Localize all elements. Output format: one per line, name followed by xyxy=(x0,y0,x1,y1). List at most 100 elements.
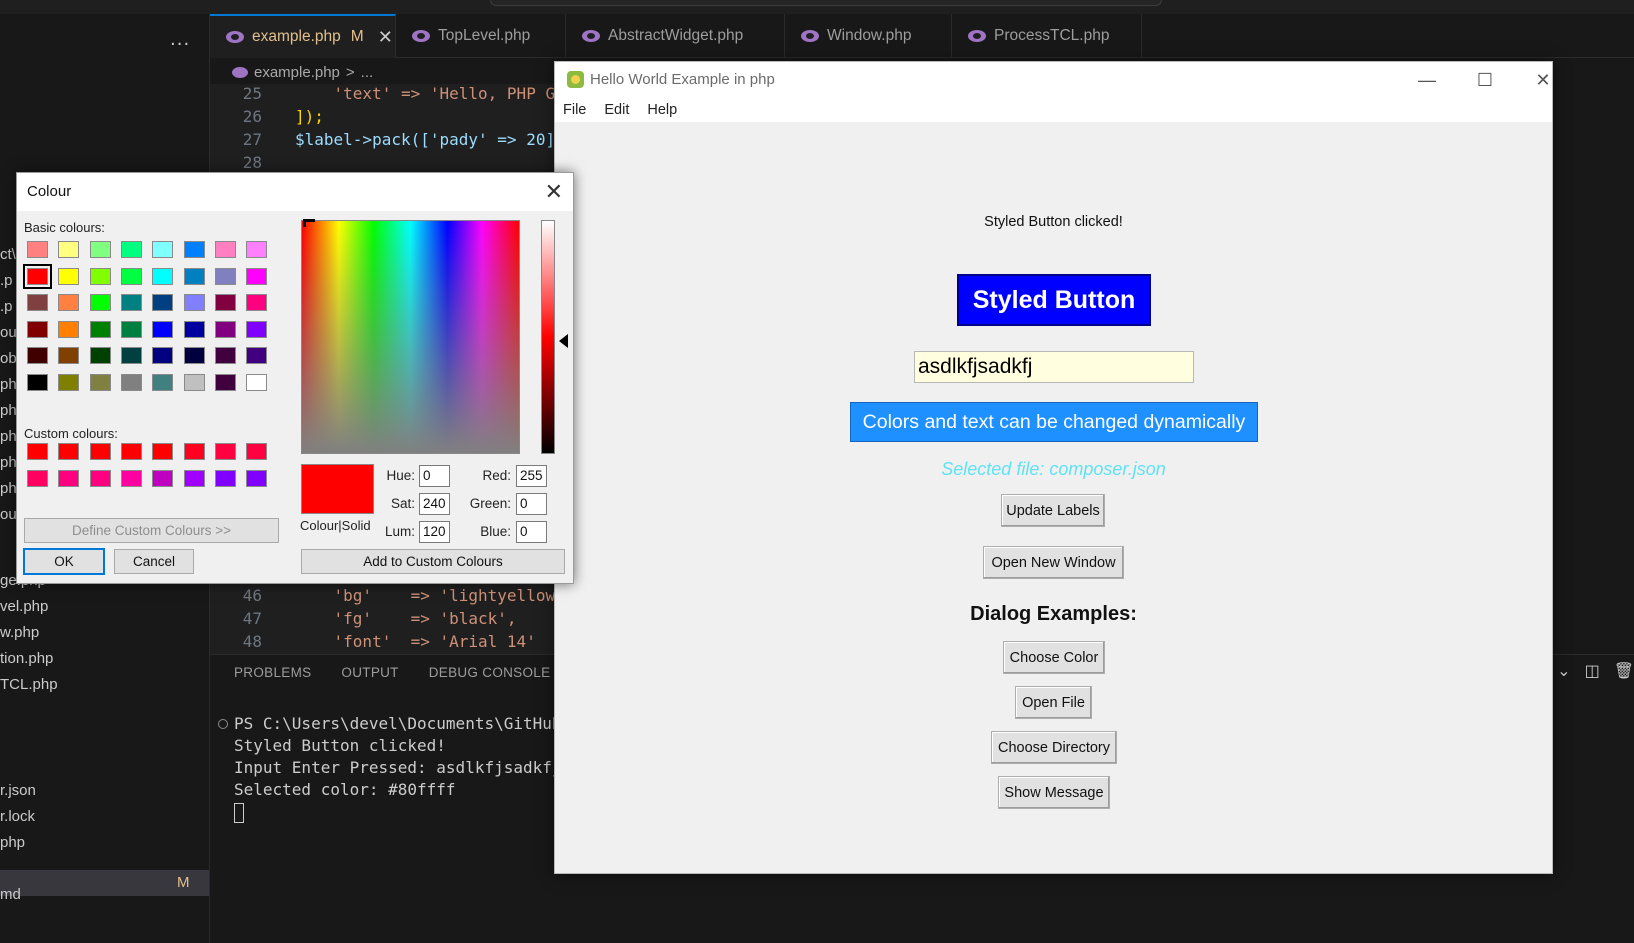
basic-colour-swatch[interactable] xyxy=(152,241,174,258)
basic-colour-swatch[interactable] xyxy=(120,373,142,391)
explorer-item[interactable]: r.lock xyxy=(0,808,35,825)
explorer-item[interactable]: ph xyxy=(0,480,17,497)
command-center[interactable] xyxy=(490,0,1162,6)
explorer-item[interactable]: ob xyxy=(0,350,17,367)
basic-colour-swatch[interactable] xyxy=(214,373,236,391)
basic-colour-swatch[interactable] xyxy=(120,294,142,311)
basic-colour-swatch[interactable] xyxy=(152,267,174,285)
basic-colour-swatch[interactable] xyxy=(214,267,236,285)
basic-colour-swatch[interactable] xyxy=(89,294,111,311)
custom-colour-swatch[interactable] xyxy=(58,443,80,460)
basic-colour-swatch[interactable] xyxy=(183,267,205,285)
basic-colour-swatch[interactable] xyxy=(214,320,236,338)
sat-field[interactable]: 240 xyxy=(419,493,450,515)
basic-colour-swatch[interactable] xyxy=(120,347,142,364)
custom-colour-swatch[interactable] xyxy=(58,469,80,487)
window-title-bar[interactable]: Hello World Example in php — ☐ ✕ xyxy=(555,62,1552,98)
chevron-down-icon[interactable]: ⌄ xyxy=(1557,661,1570,680)
styled-button[interactable]: Styled Button xyxy=(957,274,1151,326)
dynamic-colors-button[interactable]: Colors and text can be changed dynamical… xyxy=(850,402,1258,442)
basic-colour-swatch[interactable] xyxy=(89,241,111,258)
explorer-item[interactable]: w.php xyxy=(0,624,39,641)
tab-processtcl-php[interactable]: ProcessTCL.php xyxy=(952,14,1142,58)
basic-colour-swatch[interactable] xyxy=(120,320,142,338)
basic-colour-swatch[interactable] xyxy=(27,320,48,338)
hue-field[interactable]: 0 xyxy=(419,465,450,487)
custom-colour-swatch[interactable] xyxy=(89,469,111,487)
custom-colour-swatch[interactable] xyxy=(27,469,48,487)
crosshair-icon[interactable] xyxy=(303,219,315,227)
breadcrumb-more[interactable]: ... xyxy=(361,64,374,81)
custom-colour-swatch[interactable] xyxy=(246,469,268,487)
basic-colour-swatch[interactable] xyxy=(27,373,48,391)
breadcrumb-file[interactable]: example.php xyxy=(254,64,340,81)
explorer-item[interactable]: ct\ xyxy=(0,246,16,263)
basic-colour-swatch[interactable] xyxy=(246,267,268,285)
explorer-item[interactable]: ph xyxy=(0,454,17,471)
tab-output[interactable]: OUTPUT xyxy=(341,665,398,680)
explorer-item[interactable]: ph xyxy=(0,402,17,419)
red-field[interactable]: 255 xyxy=(516,465,547,487)
custom-colour-swatch[interactable] xyxy=(183,469,205,487)
explorer-item[interactable]: php xyxy=(0,834,25,851)
basic-colour-swatch[interactable] xyxy=(214,294,236,311)
custom-colour-swatch[interactable] xyxy=(120,469,142,487)
tab-window-php[interactable]: Window.php xyxy=(785,14,952,58)
basic-colour-swatch[interactable] xyxy=(246,294,268,311)
close-icon[interactable]: ✕ xyxy=(1523,66,1563,94)
close-icon[interactable]: ✕ xyxy=(378,27,393,48)
basic-colour-swatch[interactable] xyxy=(120,267,142,285)
tab-example-php[interactable]: example.php M ✕ xyxy=(210,14,396,58)
slider-arrow-icon[interactable] xyxy=(559,334,568,348)
basic-colour-swatch[interactable] xyxy=(58,294,80,311)
custom-colour-swatch[interactable] xyxy=(246,443,268,460)
basic-colour-swatch[interactable] xyxy=(58,320,80,338)
colour-spectrum[interactable] xyxy=(301,220,520,454)
more-actions-icon[interactable]: ··· xyxy=(170,34,190,55)
tab-debug-console[interactable]: DEBUG CONSOLE xyxy=(429,665,551,680)
basic-colour-swatch[interactable] xyxy=(58,347,80,364)
explorer-item[interactable]: md xyxy=(0,886,21,903)
basic-colour-swatch[interactable] xyxy=(152,320,174,338)
explorer-item[interactable]: ph xyxy=(0,428,17,445)
custom-colour-swatch[interactable] xyxy=(183,443,205,460)
luminosity-slider[interactable] xyxy=(541,220,555,454)
basic-colour-swatch[interactable] xyxy=(246,320,268,338)
basic-colour-swatch[interactable] xyxy=(58,373,80,391)
split-terminal-icon[interactable]: ◫ xyxy=(1585,661,1600,680)
show-message-button[interactable]: Show Message xyxy=(998,776,1110,809)
open-new-window-button[interactable]: Open New Window xyxy=(983,546,1124,579)
dialog-title-bar[interactable]: Colour ✕ xyxy=(17,173,573,211)
basic-colour-swatch[interactable] xyxy=(89,267,111,285)
minimize-icon[interactable]: — xyxy=(1407,66,1447,94)
cancel-button[interactable]: Cancel xyxy=(114,549,194,574)
blue-field[interactable]: 0 xyxy=(516,521,547,543)
basic-colour-swatch[interactable] xyxy=(27,294,48,311)
basic-colour-swatch[interactable] xyxy=(152,347,174,364)
custom-colour-swatch[interactable] xyxy=(120,443,142,460)
basic-colour-swatch[interactable] xyxy=(183,347,205,364)
basic-colour-swatch[interactable] xyxy=(58,241,80,258)
basic-colour-swatch[interactable] xyxy=(120,241,142,258)
menu-edit[interactable]: Edit xyxy=(604,102,629,118)
text-entry[interactable]: asdlkfjsadkfj xyxy=(914,351,1194,383)
explorer-item[interactable]: ou xyxy=(0,324,17,341)
open-file-button[interactable]: Open File xyxy=(1015,686,1092,719)
add-to-custom-colours-button[interactable]: Add to Custom Colours xyxy=(301,549,565,574)
basic-colour-swatch[interactable] xyxy=(152,373,174,391)
explorer-item[interactable]: .p xyxy=(0,298,13,315)
tab-toplevel-php[interactable]: TopLevel.php xyxy=(396,14,566,58)
custom-colour-swatch[interactable] xyxy=(152,443,174,460)
choose-color-button[interactable]: Choose Color xyxy=(1003,641,1105,674)
maximize-icon[interactable]: ☐ xyxy=(1465,66,1505,94)
basic-colour-swatch[interactable] xyxy=(183,294,205,311)
close-icon[interactable]: ✕ xyxy=(545,179,563,205)
basic-colour-swatch[interactable] xyxy=(89,373,111,391)
basic-colour-swatch[interactable] xyxy=(27,347,48,364)
update-labels-button[interactable]: Update Labels xyxy=(1001,494,1105,527)
custom-colour-swatch[interactable] xyxy=(152,469,174,487)
define-custom-colours-button[interactable]: Define Custom Colours >> xyxy=(24,518,279,543)
explorer-item[interactable]: .p xyxy=(0,272,13,289)
explorer-item[interactable]: ou xyxy=(0,506,17,523)
basic-colour-swatch[interactable] xyxy=(89,347,111,364)
